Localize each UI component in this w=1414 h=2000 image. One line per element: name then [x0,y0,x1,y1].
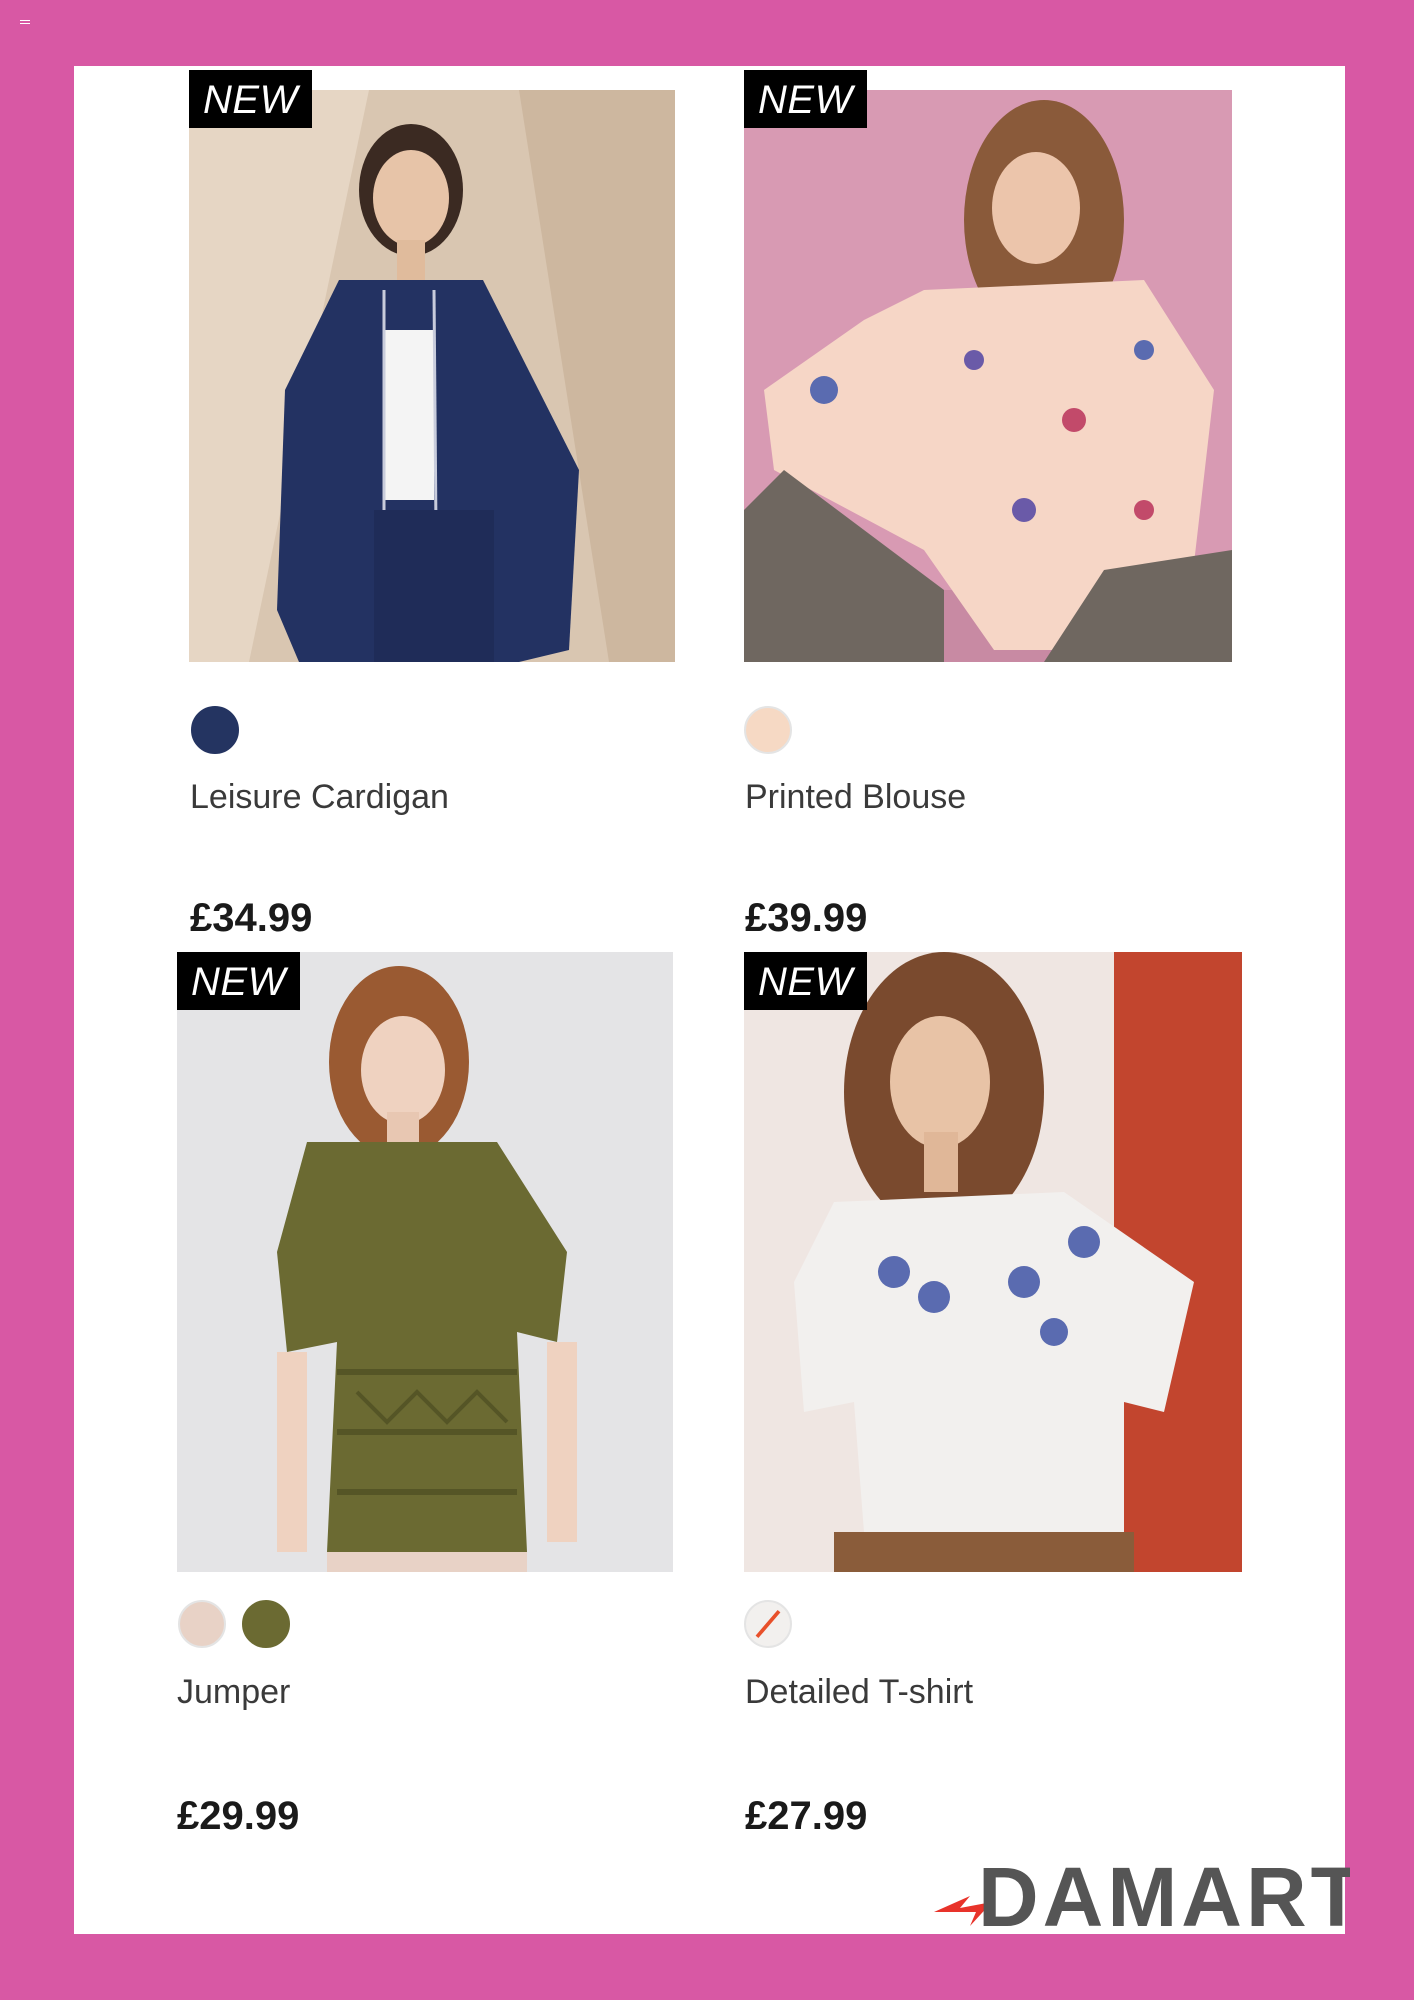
product-price: £27.99 [745,1794,868,1838]
color-swatch-navy[interactable] [191,706,239,754]
color-swatches [191,706,239,754]
color-swatch-peach[interactable] [744,706,792,754]
product-name[interactable]: Printed Blouse [745,778,966,817]
product-name[interactable]: Leisure Cardigan [190,778,449,817]
color-swatch-khaki[interactable] [242,1600,290,1648]
catalogue-page: NEW Leisure Cardigan £34.99 NEW Printed … [74,66,1345,1934]
product-photo[interactable] [744,952,1242,1572]
new-badge: NEW [744,952,867,1010]
color-swatches [178,1600,290,1648]
product-photo[interactable] [189,90,675,662]
logo-text: DAMART [978,1856,1350,1936]
color-swatches [744,1600,792,1648]
product-name[interactable]: Jumper [177,1673,290,1712]
menu-icon[interactable] [20,20,30,28]
product-name[interactable]: Detailed T-shirt [745,1673,973,1712]
new-badge: NEW [744,70,867,128]
color-swatch-white-stripe[interactable] [744,1600,792,1648]
product-price: £29.99 [177,1794,300,1838]
new-badge: NEW [189,70,312,128]
color-swatches [744,706,792,754]
damart-logo: DAMART [930,1850,1362,1944]
product-price: £39.99 [745,896,868,940]
product-photo[interactable] [744,90,1232,662]
new-badge: NEW [177,952,300,1010]
product-photo[interactable] [177,952,673,1572]
color-swatch-blush[interactable] [178,1600,226,1648]
product-price: £34.99 [190,896,313,940]
